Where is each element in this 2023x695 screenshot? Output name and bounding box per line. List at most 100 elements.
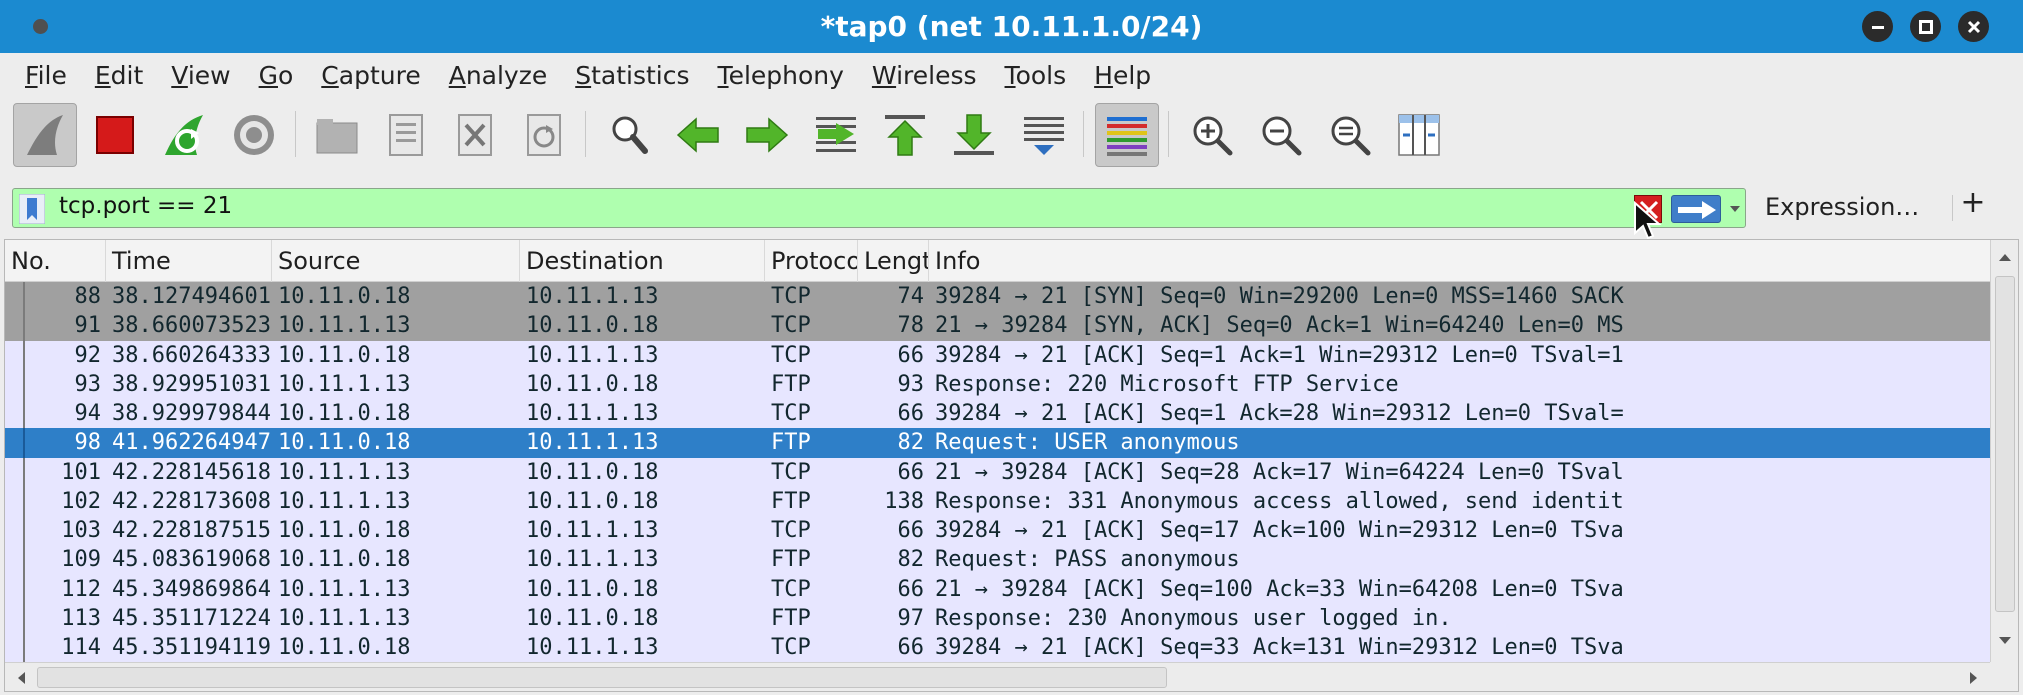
scroll-left-button[interactable] (7, 663, 35, 691)
packet-row[interactable]: 109 45.083619068 10.11.0.18 10.11.1.13 FTP 82… (5, 545, 1990, 575)
packet-row[interactable]: 112 45.349869864 10.11.1.13 10.11.0.18 TCP 66… (5, 574, 1990, 604)
cell-source: 10.11.0.18 (278, 635, 411, 660)
packet-row[interactable]: 103 42.228187515 10.11.0.18 10.11.1.13 TCP 66… (5, 516, 1990, 546)
capture-options-button[interactable] (222, 103, 286, 167)
add-filter-button[interactable]: + (1958, 185, 1988, 225)
chevron-down-icon[interactable] (1729, 199, 1741, 219)
zoom-in-button[interactable] (1180, 103, 1244, 167)
menu-edit[interactable]: Edit (95, 61, 143, 90)
column-header-length[interactable]: Length (858, 240, 929, 282)
cell-protocol: TCP (771, 576, 811, 602)
column-header-no[interactable]: No. (5, 240, 106, 282)
cell-destination: 10.11.1.13 (526, 430, 659, 456)
horizontal-scrollbar[interactable] (5, 662, 1990, 691)
vertical-scrollbar[interactable] (1990, 240, 2018, 662)
normal-size-button[interactable] (1318, 103, 1382, 167)
cell-protocol: TCP (771, 313, 811, 339)
stop-capture-button[interactable] (83, 103, 147, 167)
menu-telephony[interactable]: Telephony (718, 61, 844, 90)
go-to-packet-button[interactable] (804, 103, 868, 167)
cell-no: 91 (74, 313, 102, 339)
go-last-packet-icon (954, 114, 994, 155)
autoscroll-button[interactable] (1012, 103, 1076, 167)
packet-row[interactable]: 93 38.929951031 10.11.1.13 10.11.0.18 FTP 93 R… (5, 369, 1990, 399)
cell-time: 41.962264947 (112, 430, 271, 456)
menu-analyze[interactable]: Analyze (449, 61, 548, 90)
maximize-icon (1918, 19, 1933, 34)
cell-length: 66 (897, 401, 925, 426)
packet-row[interactable]: 94 38.929979844 10.11.0.18 10.11.1.13 TCP 66 3… (5, 399, 1990, 429)
cell-source: 10.11.0.18 (278, 518, 411, 543)
cell-destination: 10.11.0.18 (526, 459, 659, 485)
menu-statistics[interactable]: Statistics (575, 61, 689, 90)
reload-file-button[interactable] (512, 103, 576, 167)
scroll-right-button[interactable] (1960, 663, 1988, 691)
expression-button[interactable]: Expression… (1765, 193, 1919, 221)
close-file-button[interactable] (443, 103, 507, 167)
packet-row[interactable]: 88 38.127494601 10.11.0.18 10.11.1.13 TCP 74 3… (5, 282, 1990, 312)
menu-view[interactable]: View (171, 61, 230, 90)
packet-row[interactable]: 92 38.660264333 10.11.0.18 10.11.1.13 TCP 66 3… (5, 340, 1990, 370)
column-header-time[interactable]: Time (106, 240, 272, 282)
cell-time: 42.228187515 (112, 518, 271, 543)
packet-row[interactable]: 102 42.228173608 10.11.1.13 10.11.0.18 FTP 13… (5, 486, 1990, 516)
title-bar: *tap0 (net 10.11.1.0/24) (0, 0, 2023, 53)
cell-destination: 10.11.1.13 (526, 635, 659, 660)
close-button[interactable] (1958, 11, 1989, 42)
cell-source: 10.11.1.13 (278, 576, 411, 602)
cell-protocol: TCP (771, 459, 811, 485)
menu-tools[interactable]: Tools (1005, 61, 1067, 90)
cell-source: 10.11.0.18 (278, 430, 411, 456)
colorize-button[interactable] (1095, 103, 1159, 167)
maximize-button[interactable] (1910, 11, 1941, 42)
close-file-icon (458, 114, 492, 156)
go-last-packet-button[interactable] (942, 103, 1006, 167)
horizontal-scroll-thumb[interactable] (37, 667, 1167, 688)
go-first-packet-button[interactable] (873, 103, 937, 167)
packet-row[interactable]: 114 45.351194119 10.11.0.18 10.11.1.13 TCP 66… (5, 633, 1990, 662)
vertical-scroll-thumb[interactable] (1995, 276, 2015, 612)
save-file-button[interactable] (374, 103, 438, 167)
open-file-button[interactable] (305, 103, 369, 167)
zoom-out-button[interactable] (1249, 103, 1313, 167)
cell-no: 98 (74, 430, 102, 456)
cell-source: 10.11.0.18 (278, 547, 411, 573)
bookmark-icon[interactable] (19, 194, 45, 224)
menu-file[interactable]: File (25, 61, 67, 90)
column-header-info[interactable]: Info (929, 240, 1990, 282)
packet-row[interactable]: 113 45.351171224 10.11.1.13 10.11.0.18 FTP 97… (5, 603, 1990, 633)
start-capture-button[interactable] (13, 103, 77, 167)
cell-source: 10.11.0.18 (278, 284, 411, 309)
packet-row[interactable]: 98 41.962264947 10.11.0.18 10.11.1.13 FTP 82 R… (5, 428, 1990, 458)
packet-row[interactable]: 101 42.228145618 10.11.1.13 10.11.0.18 TCP 66… (5, 457, 1990, 487)
go-back-button[interactable] (666, 103, 730, 167)
column-header-source[interactable]: Source (272, 240, 520, 282)
cell-destination: 10.11.1.13 (526, 284, 659, 309)
menu-capture[interactable]: Capture (321, 61, 420, 90)
menu-help[interactable]: Help (1094, 61, 1151, 90)
minimize-button[interactable] (1862, 11, 1893, 42)
display-filter-input[interactable]: tcp.port == 21 (12, 188, 1746, 228)
scroll-up-button[interactable] (1991, 242, 2018, 272)
packet-list[interactable]: No. Time Source Destination Protocol Len… (4, 239, 2019, 692)
cell-source: 10.11.1.13 (278, 371, 411, 397)
cell-length: 66 (897, 518, 925, 543)
apply-filter-button[interactable] (1671, 195, 1721, 223)
scroll-down-button[interactable] (1991, 626, 2018, 656)
column-header-destination[interactable]: Destination (520, 240, 765, 282)
cell-protocol: TCP (771, 401, 811, 426)
cell-info: 39284 → 21 [ACK] Seq=1 Ack=28 Win=29312 … (935, 401, 1624, 426)
menu-wireless[interactable]: Wireless (872, 61, 977, 90)
cell-time: 42.228173608 (112, 488, 271, 514)
menu-go[interactable]: Go (259, 61, 294, 90)
restart-capture-button[interactable] (153, 103, 217, 167)
cell-info: 39284 → 21 [ACK] Seq=1 Ack=1 Win=29312 L… (935, 342, 1624, 368)
column-header-protocol[interactable]: Protocol (765, 240, 858, 282)
find-packet-button[interactable] (597, 103, 661, 167)
packet-list-header: No. Time Source Destination Protocol Len… (5, 240, 1990, 282)
filter-text[interactable]: tcp.port == 21 (59, 193, 232, 219)
go-forward-button[interactable] (735, 103, 799, 167)
resize-columns-button[interactable] (1387, 103, 1451, 167)
packet-row[interactable]: 91 38.660073523 10.11.1.13 10.11.0.18 TCP 78 2… (5, 311, 1990, 341)
cell-length: 82 (897, 430, 925, 456)
